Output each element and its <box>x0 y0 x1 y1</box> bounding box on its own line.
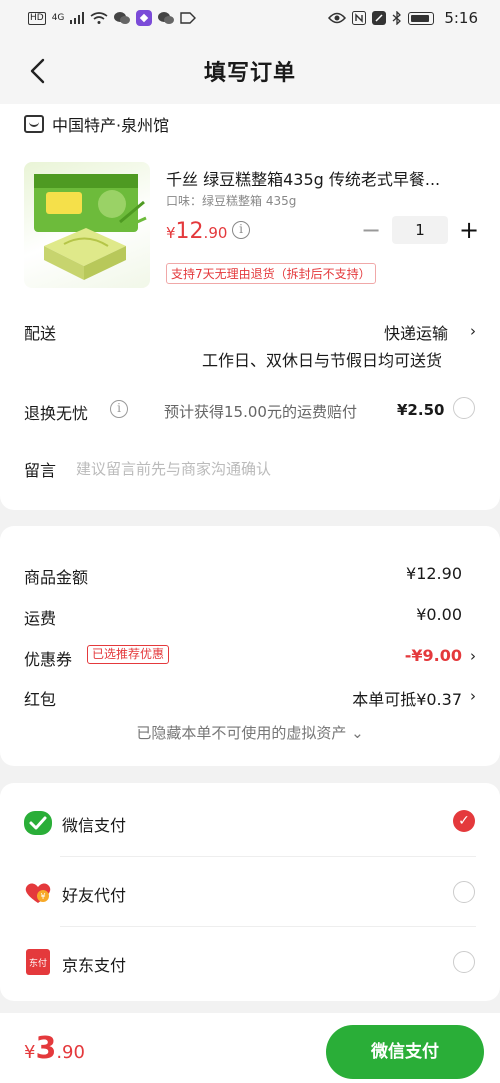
price-integer: 12 <box>175 219 204 244</box>
wechat-notification-icon-2 <box>158 12 175 24</box>
clock: 5:16 <box>444 9 478 27</box>
return-insurance-radio[interactable] <box>453 397 475 419</box>
checkout-bar: ¥3.90 微信支付 <box>0 1013 500 1083</box>
product-image[interactable] <box>24 162 150 288</box>
hd-badge: HD <box>28 11 46 25</box>
message-input[interactable] <box>76 457 476 481</box>
jd-pay-icon: 东付 <box>26 949 50 975</box>
status-bar: HD 4G 5:16 <box>0 0 500 36</box>
back-arrow-icon[interactable] <box>24 56 54 86</box>
shop-header[interactable]: 中国特产·泉州馆 <box>24 112 169 136</box>
total-integer: 3 <box>35 1031 57 1066</box>
payment-option-jd[interactable]: 东付 京东支付 <box>0 927 500 997</box>
quantity-minus-button[interactable]: − <box>360 216 382 244</box>
shipping-label: 运费 <box>24 609 57 628</box>
mung-bean-cake-image <box>34 174 147 280</box>
nfc-icon <box>352 11 367 25</box>
coupon-label: 优惠券 <box>24 650 73 669</box>
product-price: ¥12.90 <box>166 219 227 244</box>
friend-pay-heart-icon: ¥ <box>25 883 51 903</box>
quantity-value[interactable]: 1 <box>392 216 448 244</box>
product-name[interactable]: 千丝 绿豆糕整箱435g 传统老式早餐... <box>166 166 476 190</box>
friend-pay-radio[interactable] <box>453 881 475 903</box>
quantity-plus-button[interactable]: + <box>458 216 480 244</box>
return-insurance-price: ¥2.50 <box>397 401 445 419</box>
message-label: 留言 <box>24 461 57 480</box>
hidden-assets-toggle[interactable]: 已隐藏本单不可使用的虚拟资产 ⌄ <box>0 722 500 743</box>
wechat-notification-icon <box>114 12 131 24</box>
eye-icon <box>328 12 347 24</box>
payment-option-friend[interactable]: ¥ 好友代付 <box>0 857 500 927</box>
bluetooth-icon <box>392 11 402 25</box>
coupon-chevron-icon[interactable]: › <box>470 647 476 665</box>
delivery-note: 工作日、双休日与节假日均可送货 <box>201 351 442 370</box>
return-policy-badge: 支持7天无理由退货（拆封后不支持） <box>166 263 376 284</box>
price-symbol: ¥ <box>166 224 176 242</box>
delivery-method[interactable]: 快递运输 <box>384 320 448 344</box>
page-title: 填写订单 <box>203 61 296 86</box>
product-spec[interactable]: 口味：绿豆糕整箱 435g <box>166 192 296 209</box>
goods-amount-value: ¥12.90 <box>406 564 462 583</box>
wechat-pay-icon <box>24 811 52 835</box>
payment-label-friend: 好友代付 <box>62 886 127 905</box>
signal-label: 4G <box>51 13 65 23</box>
payment-label-jd: 京东支付 <box>62 956 127 975</box>
wifi-icon <box>90 12 108 24</box>
order-item-card: 中国特产·泉州馆 千丝 绿豆糕整箱435g 传统老式早餐... 口味：绿豆糕整箱… <box>0 104 500 510</box>
status-left: HD 4G <box>28 10 197 26</box>
app-notification-icon <box>136 10 153 26</box>
price-decimal: .90 <box>203 224 228 242</box>
status-right: 5:16 <box>328 9 478 27</box>
total-decimal: .90 <box>56 1042 85 1063</box>
nav-bar: 填写订单 <box>0 36 500 106</box>
red-packet-value[interactable]: 本单可抵¥0.37 <box>352 686 462 710</box>
payment-methods-card: 微信支付 ✓ ¥ 好友代付 东付 京东支付 <box>0 783 500 1001</box>
jd-pay-icon-text: 东付 <box>28 959 47 969</box>
jd-pay-radio[interactable] <box>453 951 475 973</box>
coupon-recommended-badge: 已选推荐优惠 <box>87 645 170 664</box>
mute-icon <box>372 11 387 25</box>
return-insurance-info-icon[interactable]: i <box>110 400 128 418</box>
battery-icon <box>408 11 435 25</box>
total-price: ¥3.90 <box>24 1031 85 1066</box>
tag-notification-icon <box>180 12 197 24</box>
price-info-icon[interactable]: i <box>232 221 250 239</box>
return-insurance-label: 退换无忧 <box>24 404 89 423</box>
submit-order-button[interactable]: 微信支付 <box>326 1025 484 1079</box>
payment-label-wechat: 微信支付 <box>62 816 127 835</box>
quantity-stepper: − 1 + <box>360 216 480 244</box>
red-packet-chevron-icon[interactable]: › <box>470 687 476 705</box>
shop-icon <box>24 115 44 133</box>
signal-icon <box>70 12 85 24</box>
delivery-chevron-icon[interactable]: › <box>470 322 476 340</box>
svg-text:¥: ¥ <box>40 892 45 901</box>
return-insurance-text: 预计获得15.00元的运费赔付 <box>164 403 357 421</box>
red-packet-label: 红包 <box>24 690 57 709</box>
wechat-selected-check-icon[interactable]: ✓ <box>453 810 475 832</box>
coupon-value[interactable]: -¥9.00 <box>405 646 462 665</box>
delivery-label: 配送 <box>24 324 57 343</box>
shipping-value: ¥0.00 <box>416 605 462 624</box>
shop-name: 中国特产·泉州馆 <box>52 116 170 135</box>
total-symbol: ¥ <box>24 1042 36 1063</box>
goods-amount-label: 商品金额 <box>24 568 89 587</box>
payment-option-wechat[interactable]: 微信支付 ✓ <box>0 787 500 857</box>
